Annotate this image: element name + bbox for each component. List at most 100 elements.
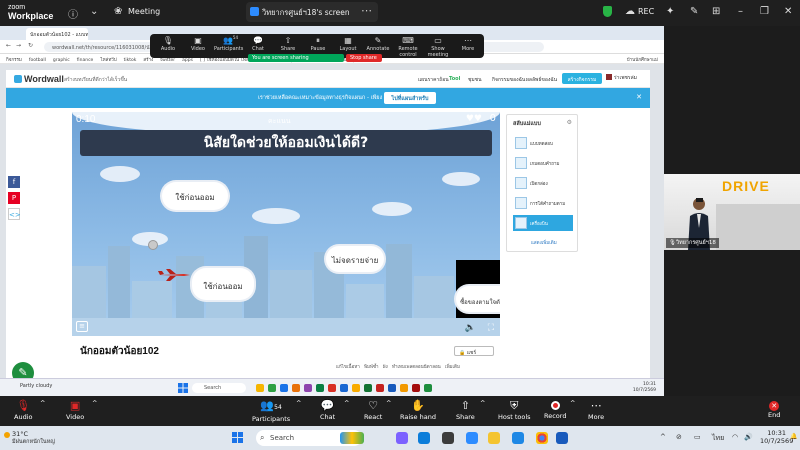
- chrome-icon[interactable]: [536, 432, 548, 444]
- info-icon[interactable]: ⓘ: [68, 6, 78, 21]
- facebook-icon[interactable]: f: [8, 176, 20, 188]
- stop-share-button[interactable]: Stop share: [346, 54, 382, 62]
- bookmark-item[interactable]: [ ] ใช้ห้องแอบมืดใน ไฟล์...: [200, 58, 253, 63]
- bookmark-right[interactable]: บ้านนักศึกษาแม่: [627, 56, 658, 63]
- browser-tab[interactable]: นักออมตัวน้อย102 - แบบทดสอบ: [26, 28, 88, 40]
- share-toolbar-share-button[interactable]: ⇧ Share: [274, 36, 302, 52]
- video-chevron-icon[interactable]: ^: [92, 399, 97, 407]
- banner-plan-button[interactable]: ไปที่แผนสำหรับ: [384, 92, 436, 104]
- search-highlight-icon[interactable]: [340, 432, 364, 444]
- app-icon[interactable]: [328, 384, 336, 392]
- duplicate-link[interactable]: พิมพ์ซ้ำ: [364, 365, 378, 370]
- copilot-icon[interactable]: [396, 432, 408, 444]
- back-icon[interactable]: ←: [6, 42, 11, 49]
- app-icon[interactable]: [400, 384, 408, 392]
- weather-widget[interactable]: 31°C มีฝนตกหนักในหญ่: [12, 430, 55, 446]
- notification-bell-icon[interactable]: 🔔: [790, 433, 797, 440]
- reload-icon[interactable]: ↻: [28, 42, 33, 49]
- app-icon[interactable]: [292, 384, 300, 392]
- pen-icon[interactable]: ✎: [690, 6, 698, 17]
- input-language[interactable]: ไทย: [712, 433, 724, 444]
- bookmark-item[interactable]: finance: [77, 58, 94, 63]
- bookmark-item[interactable]: กิจกรรม: [6, 58, 22, 63]
- share-toolbar-pause-button[interactable]: ⏸ Pause: [304, 36, 332, 52]
- app-icon[interactable]: [304, 384, 312, 392]
- sound-icon[interactable]: 🔈: [465, 323, 476, 333]
- grid-icon[interactable]: ⊞: [712, 6, 720, 17]
- app-icon[interactable]: [316, 384, 324, 392]
- rec-indicator[interactable]: REC: [638, 7, 654, 16]
- minimize-icon[interactable]: –: [738, 6, 743, 17]
- maximize-icon[interactable]: ❐: [760, 6, 769, 17]
- forward-icon[interactable]: →: [16, 42, 21, 49]
- file-explorer-icon[interactable]: [488, 432, 500, 444]
- app-icon[interactable]: [364, 384, 372, 392]
- user-menu[interactable]: ร่าเพชรล่ม: [606, 74, 637, 82]
- start-windows-icon[interactable]: [232, 432, 244, 444]
- bookmark-item[interactable]: tiktok: [124, 58, 137, 63]
- tray-mute-icon[interactable]: ⊘: [676, 433, 682, 441]
- nav-pricing[interactable]: แผนราคาถ้อน: [418, 76, 449, 84]
- host-tools-button[interactable]: ⛨ Host tools: [498, 399, 531, 421]
- more-link[interactable]: เพิ่มเติม: [445, 365, 460, 370]
- app-icon[interactable]: [412, 384, 420, 392]
- chat-chevron-icon[interactable]: ^: [344, 399, 349, 407]
- close-icon[interactable]: ✕: [784, 6, 792, 17]
- wifi-icon[interactable]: ◠: [732, 433, 738, 441]
- share-toolbar-show-meeting-button[interactable]: ▭ Show meeting: [424, 36, 452, 58]
- outlook-icon[interactable]: [556, 432, 568, 444]
- chat-button[interactable]: 💬 Chat: [320, 399, 335, 421]
- app-icon[interactable]: [352, 384, 360, 392]
- tray-camera-icon[interactable]: ▭: [694, 433, 701, 441]
- record-button[interactable]: Record: [544, 399, 566, 420]
- edge-icon[interactable]: [418, 432, 430, 444]
- audio-chevron-icon[interactable]: ^: [40, 399, 45, 407]
- template-item-gameshow[interactable]: เกมตอบคำถาม: [513, 155, 573, 171]
- game-area[interactable]: 0:10 คะแนน ♥♥ 0 นิสัยใดช่วยให้ออมเงินได้…: [72, 112, 500, 336]
- edit-content-link[interactable]: แก้ไขเนื้อหา: [336, 365, 360, 370]
- participant-video-tile[interactable]: DRIVE 🎙วิทยากรศูนย์ฯ18: [664, 174, 800, 250]
- more-button[interactable]: ⋯ More: [588, 399, 604, 421]
- template-item-quiz[interactable]: แบบทดสอบ: [513, 135, 573, 151]
- bookmark-item[interactable]: ไหล่ทวีป: [100, 58, 116, 63]
- nav-community[interactable]: ชุมชน: [468, 76, 482, 84]
- create-activity-button[interactable]: สร้างกิจกรรม: [562, 73, 602, 84]
- wordwall-logo[interactable]: Wordwall: [14, 74, 64, 84]
- tray-chevron-icon[interactable]: ^: [660, 433, 666, 441]
- nav-my-results[interactable]: ผลลัพธ์ของฉัน: [526, 76, 557, 84]
- taskbar-clock[interactable]: 10:31 10/7/2569: [760, 429, 793, 445]
- share-button-zoom[interactable]: ⇧ Share: [456, 399, 475, 421]
- chevron-down-icon[interactable]: ⌄: [90, 6, 98, 17]
- bookmark-item[interactable]: twitter: [160, 58, 175, 63]
- app-icon[interactable]: [388, 384, 396, 392]
- share-toolbar-annotate-button[interactable]: ✎ Annotate: [364, 36, 392, 52]
- video-button[interactable]: ▣ Video: [66, 399, 84, 421]
- share-toolbar-remote-control-button[interactable]: ⌨ Remote control: [394, 36, 422, 58]
- react-button[interactable]: ♡ React: [364, 399, 382, 421]
- templates-show-more[interactable]: แสดงเพิ่มเติม: [531, 239, 557, 246]
- app-icon[interactable]: [268, 384, 276, 392]
- audio-button[interactable]: 🎙 Audio: [14, 399, 32, 421]
- store-icon[interactable]: [512, 432, 524, 444]
- template-item-maze[interactable]: การโต้คำถามตาม: [513, 195, 573, 211]
- app-icon[interactable]: [376, 384, 384, 392]
- standalone-link[interactable]: ทำเทมเพลตลอนนีดาลอน: [392, 365, 441, 370]
- participants-chevron-icon[interactable]: ^: [296, 399, 301, 407]
- gear-icon[interactable]: ⚙: [567, 119, 572, 126]
- bookmark-item[interactable]: football: [29, 58, 46, 63]
- app-icon[interactable]: [424, 384, 432, 392]
- participants-button[interactable]: 👥54 Participants: [252, 399, 290, 423]
- screen-share-tab[interactable]: วิทยากรศูนย์ฯ18's screen ⋯: [246, 2, 378, 22]
- embed-icon[interactable]: <>: [8, 208, 21, 220]
- share-toolbar-more-button[interactable]: ⋯ More: [454, 36, 482, 52]
- raise-hand-button[interactable]: ✋ Raise hand: [400, 399, 436, 421]
- react-chevron-icon[interactable]: ^: [386, 399, 391, 407]
- share-toolbar-participants-button[interactable]: 👥 Participants 54: [214, 35, 243, 52]
- fullscreen-icon[interactable]: ⛶: [488, 323, 494, 333]
- share-toolbar-layout-button[interactable]: ▦ Layout: [334, 36, 362, 52]
- share-button[interactable]: 🔒 แชร์: [454, 346, 494, 356]
- share-toolbar-audio-button[interactable]: 🎙 Audio: [154, 36, 182, 52]
- remote-windows-icon[interactable]: [178, 383, 188, 393]
- task-view-icon[interactable]: [442, 432, 454, 444]
- sparkle-icon[interactable]: ✦: [666, 6, 674, 17]
